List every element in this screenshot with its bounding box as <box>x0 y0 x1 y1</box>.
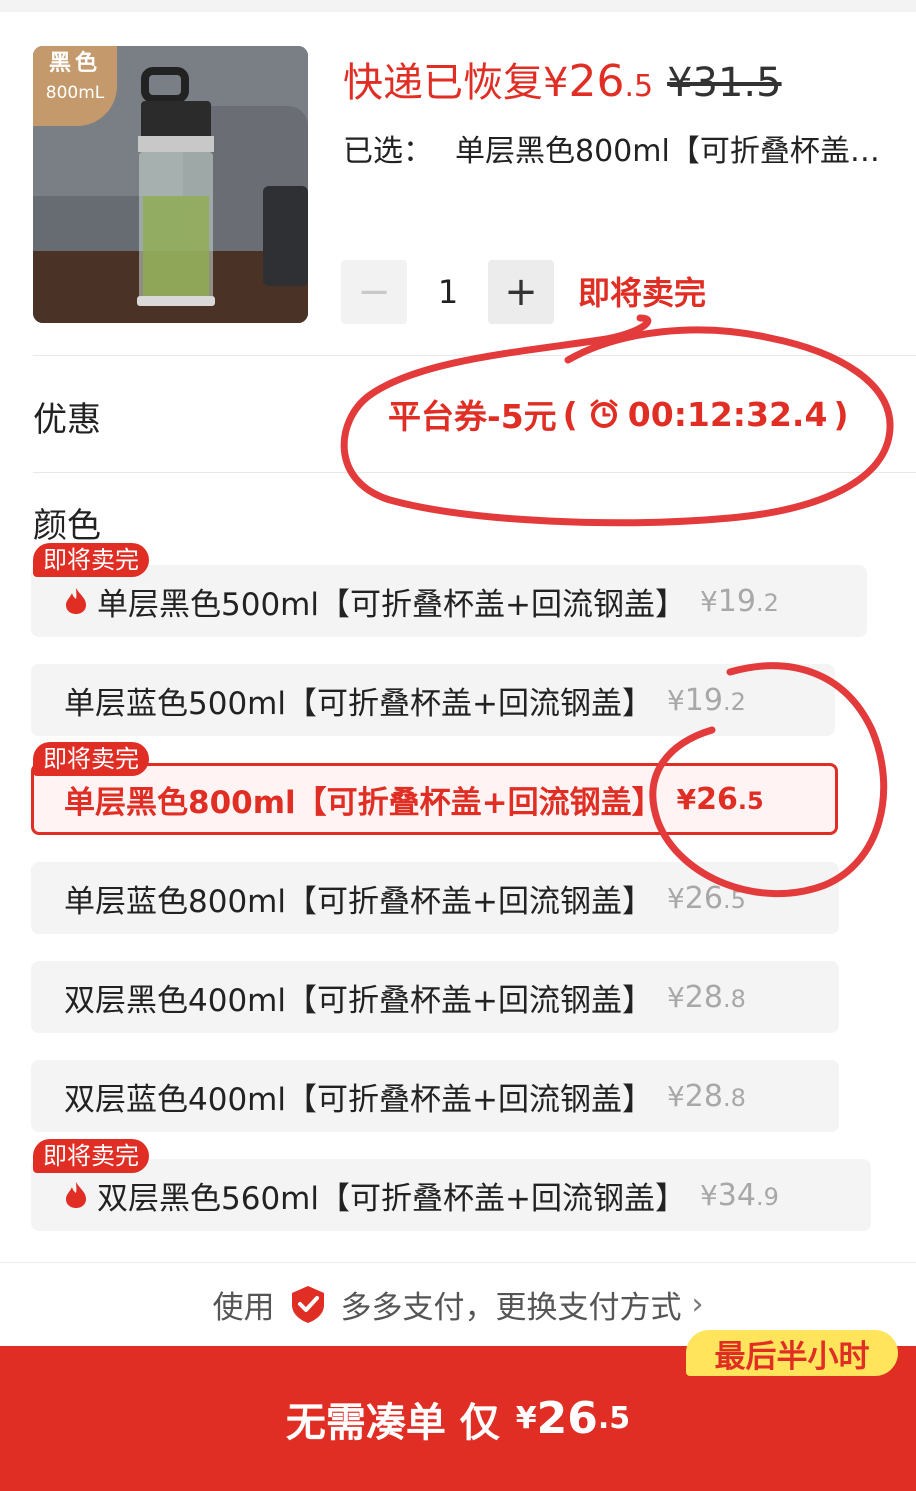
variant-option-double-black-560ml[interactable]: 双层黑色560ml【可折叠杯盖+回流钢盖】 ¥34.9 <box>31 1159 871 1231</box>
price-currency: ¥ <box>543 60 569 106</box>
variant-name: 单层黑色800ml【可折叠杯盖+回流钢盖】 <box>64 784 663 821</box>
color-section-label: 颜色 <box>33 506 101 546</box>
variant-name: 双层蓝色400ml【可折叠杯盖+回流钢盖】 <box>64 1081 653 1118</box>
variant-price: ¥19.2 <box>666 682 746 718</box>
quantity-decrease-button[interactable]: − <box>341 260 407 324</box>
variant-price: ¥26.5 <box>676 781 764 817</box>
almost-sold-out-badge: 即将卖完 <box>33 543 149 577</box>
variant-price: ¥19.2 <box>699 583 779 619</box>
top-strip <box>0 0 916 12</box>
buy-button-price-dec: .5 <box>597 1401 631 1436</box>
promo-paren-open: ( <box>562 394 578 434</box>
payment-prefix: 使用 <box>212 1289 275 1326</box>
flame-icon <box>66 588 86 614</box>
thumbnail-variant-tag: 黑色 800mL <box>33 46 117 126</box>
variant-name: 单层蓝色500ml【可折叠杯盖+回流钢盖】 <box>64 685 653 722</box>
almost-sold-out-badge: 即将卖完 <box>33 1139 149 1173</box>
buy-button-label: 无需凑单 仅 <box>285 1399 500 1446</box>
divider <box>33 355 916 356</box>
selected-label: 已选： <box>343 134 433 169</box>
payment-method-row[interactable]: 使用 多多支付，更换支付方式 › <box>0 1282 916 1326</box>
selected-variant-line: 已选： 单层黑色800ml【可折叠杯盖+回流钢盖】 <box>343 126 883 170</box>
variant-price: ¥26.5 <box>666 880 746 916</box>
thumbnail-tag-capacity: 800mL <box>45 83 105 103</box>
quantity-increase-button[interactable]: + <box>488 260 554 324</box>
variant-price: ¥34.9 <box>699 1177 779 1213</box>
original-price: ¥31.5 <box>667 60 782 106</box>
pay-shield-icon <box>291 1286 324 1323</box>
clock-icon <box>590 399 618 428</box>
variant-name: 单层蓝色800ml【可折叠杯盖+回流钢盖】 <box>64 883 653 920</box>
variant-name: 单层黑色500ml【可折叠杯盖+回流钢盖】 <box>97 586 686 623</box>
chevron-right-icon: › <box>691 1286 704 1322</box>
promo-paren-close: ) <box>833 394 849 434</box>
variant-option-black-800ml-selected[interactable]: 单层黑色800ml【可折叠杯盖+回流钢盖】 ¥26.5 <box>31 763 838 835</box>
divider <box>33 472 916 473</box>
product-thumbnail[interactable]: 黑色 800mL <box>33 46 308 323</box>
price-label: 快递已恢复 <box>343 60 543 106</box>
price-line: 快递已恢复¥26.5 ¥31.5 <box>343 50 782 107</box>
buy-button-price-int: 26 <box>536 1393 598 1444</box>
variant-name: 双层黑色400ml【可折叠杯盖+回流钢盖】 <box>64 982 653 1019</box>
price-decimal: .5 <box>624 69 654 104</box>
selected-value: 单层黑色800ml【可折叠杯盖+回流钢盖】 <box>455 134 883 169</box>
almost-sold-out-badge: 即将卖完 <box>33 742 149 776</box>
variant-option-blue-500ml[interactable]: 单层蓝色500ml【可折叠杯盖+回流钢盖】 ¥19.2 <box>31 664 835 736</box>
quantity-value[interactable]: 1 <box>408 260 488 324</box>
buy-button-currency: ¥ <box>515 1401 537 1436</box>
payment-text: 多多支付，更换支付方式 <box>340 1289 682 1326</box>
promo-coupon-row[interactable]: 平台券-5元 ( 00:12:32.4 ) <box>388 390 855 438</box>
variant-name: 双层黑色560ml【可折叠杯盖+回流钢盖】 <box>97 1180 686 1217</box>
stock-status: 即将卖完 <box>578 274 707 312</box>
variant-option-black-500ml[interactable]: 单层黑色500ml【可折叠杯盖+回流钢盖】 ¥19.2 <box>31 565 867 637</box>
price-integer: 26 <box>568 56 625 107</box>
variant-option-double-black-400ml[interactable]: 双层黑色400ml【可折叠杯盖+回流钢盖】 ¥28.8 <box>31 961 839 1033</box>
urgency-tag: 最后半小时 <box>686 1330 898 1376</box>
promo-coupon: 平台券-5元 <box>388 397 557 436</box>
variant-price: ¥28.8 <box>666 1078 746 1114</box>
variant-price: ¥28.8 <box>666 979 746 1015</box>
variant-option-double-blue-400ml[interactable]: 双层蓝色400ml【可折叠杯盖+回流钢盖】 ¥28.8 <box>31 1060 839 1132</box>
thumbnail-tag-color: 黑色 <box>48 51 101 76</box>
variant-option-blue-800ml[interactable]: 单层蓝色800ml【可折叠杯盖+回流钢盖】 ¥26.5 <box>31 862 839 934</box>
promo-label: 优惠 <box>33 400 101 440</box>
flame-icon <box>66 1182 86 1208</box>
promo-countdown: 00:12:32.4 <box>627 394 828 434</box>
